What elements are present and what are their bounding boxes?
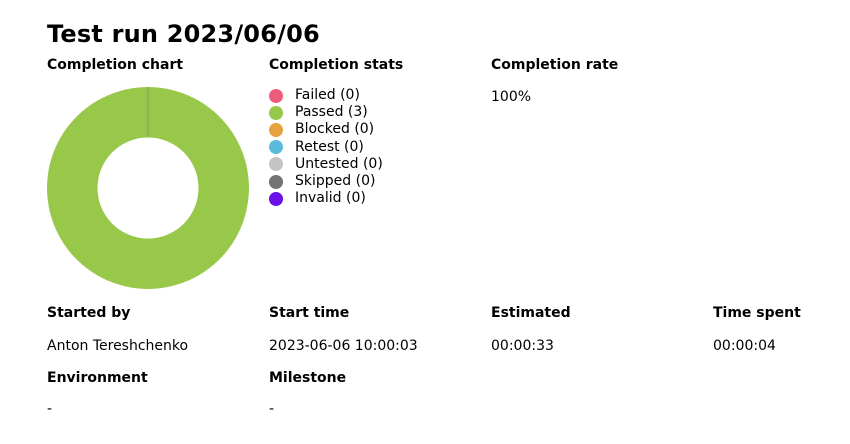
legend-item-failed: Failed (0) bbox=[269, 87, 383, 104]
legend-label-untested: Untested (0) bbox=[295, 155, 383, 172]
legend-label-blocked: Blocked (0) bbox=[295, 121, 375, 138]
completion-donut-chart bbox=[46, 87, 249, 289]
estimated-value: 00:00:33 bbox=[491, 338, 554, 354]
retest-status-dot-icon bbox=[269, 140, 283, 155]
completion-rate-heading: Completion rate bbox=[491, 57, 619, 73]
legend-label-failed: Failed (0) bbox=[295, 87, 360, 104]
legend-item-retest: Retest (0) bbox=[269, 139, 383, 156]
legend-item-invalid: Invalid (0) bbox=[269, 190, 383, 207]
skipped-status-dot-icon bbox=[269, 174, 283, 189]
started-by-value: Anton Tereshchenko bbox=[47, 338, 189, 354]
environment-label: Environment bbox=[47, 370, 148, 386]
start-time-value: 2023-06-06 10:00:03 bbox=[269, 338, 418, 354]
started-by-label: Started by bbox=[47, 305, 131, 321]
donut-slices bbox=[46, 87, 249, 289]
start-time-label: Start time bbox=[269, 305, 350, 321]
blocked-status-dot-icon bbox=[269, 122, 283, 137]
milestone-value: - bbox=[269, 401, 275, 417]
legend-item-blocked: Blocked (0) bbox=[269, 121, 383, 138]
completion-stats-heading: Completion stats bbox=[269, 57, 404, 73]
legend-item-skipped: Skipped (0) bbox=[269, 173, 383, 190]
untested-status-dot-icon bbox=[269, 157, 283, 172]
time-spent-label: Time spent bbox=[713, 305, 801, 321]
completion-rate-value: 100% bbox=[491, 89, 532, 105]
legend-label-retest: Retest (0) bbox=[295, 138, 364, 155]
legend-label-passed: Passed (3) bbox=[295, 104, 368, 121]
completion-chart-heading: Completion chart bbox=[47, 57, 184, 73]
legend-item-untested: Untested (0) bbox=[269, 156, 383, 173]
estimated-label: Estimated bbox=[491, 305, 571, 321]
passed-status-dot-icon bbox=[269, 105, 283, 120]
legend-item-passed: Passed (3) bbox=[269, 104, 383, 121]
completion-stats-legend: Failed (0) Passed (3) Blocked (0) Retest… bbox=[269, 87, 383, 207]
page-title: Test run 2023/06/06 bbox=[47, 20, 320, 48]
failed-status-dot-icon bbox=[269, 88, 283, 103]
legend-label-invalid: Invalid (0) bbox=[295, 190, 366, 207]
environment-value: - bbox=[47, 401, 53, 417]
legend-label-skipped: Skipped (0) bbox=[295, 173, 376, 190]
time-spent-value: 00:00:04 bbox=[713, 338, 776, 354]
invalid-status-dot-icon bbox=[269, 191, 283, 206]
milestone-label: Milestone bbox=[269, 370, 347, 386]
